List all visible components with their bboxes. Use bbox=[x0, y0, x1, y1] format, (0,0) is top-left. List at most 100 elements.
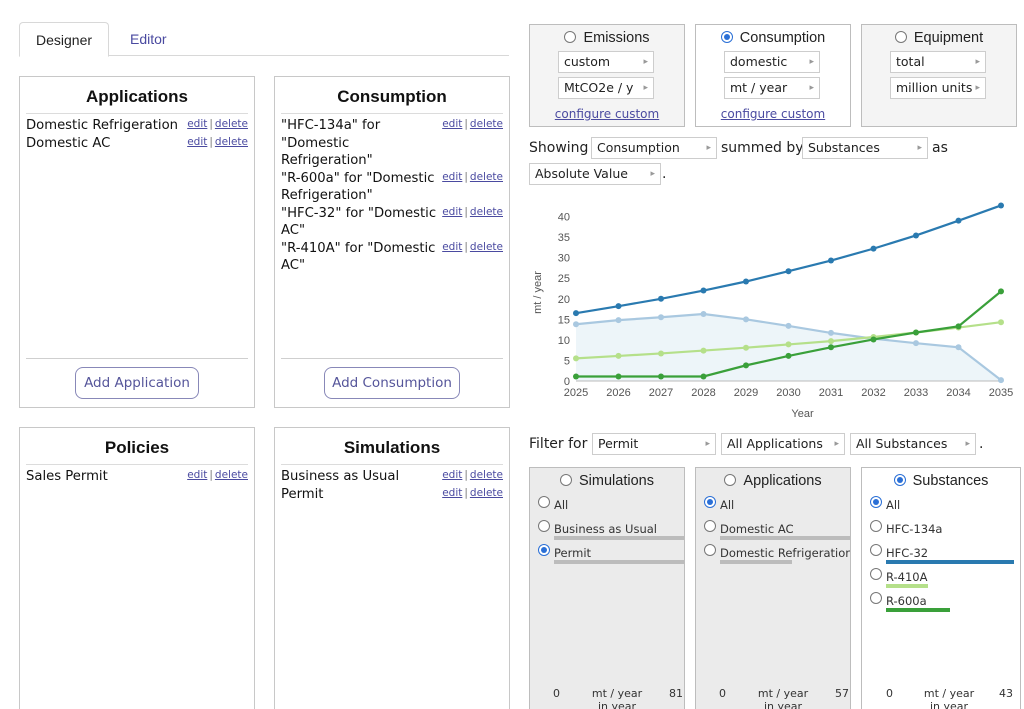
edit-link[interactable]: edit bbox=[442, 469, 462, 481]
equipment-units-select[interactable]: million units ▸ bbox=[890, 77, 986, 99]
edit-link[interactable]: edit bbox=[187, 136, 207, 148]
delete-link[interactable]: delete bbox=[470, 118, 503, 130]
edit-link[interactable]: edit bbox=[187, 118, 207, 130]
substances-card-radio[interactable] bbox=[893, 474, 906, 486]
filter-application-value: All Applications bbox=[727, 436, 823, 451]
edit-link[interactable]: edit bbox=[442, 171, 462, 183]
edit-link[interactable]: edit bbox=[442, 487, 462, 499]
simulations-card-radio[interactable] bbox=[560, 474, 573, 486]
filter-option-business-as-usual[interactable]: Business as Usual bbox=[538, 518, 684, 542]
add-application-button[interactable]: Add Application bbox=[75, 367, 199, 399]
data-point-r-410a bbox=[998, 319, 1004, 326]
emissions-radio[interactable] bbox=[564, 31, 577, 43]
equipment-units-value: million units bbox=[896, 80, 973, 95]
delete-link[interactable]: delete bbox=[470, 171, 503, 183]
delete-link[interactable]: delete bbox=[215, 136, 248, 148]
list-item: Domestic AC edit | delete bbox=[26, 135, 248, 153]
filter-option-r-410a[interactable]: R-410A bbox=[870, 566, 1012, 590]
delete-link[interactable]: delete bbox=[215, 469, 248, 481]
emissions-scope-select[interactable]: custom ▸ bbox=[558, 51, 654, 73]
consumption-units-select[interactable]: mt / year ▸ bbox=[724, 77, 820, 99]
option-radio[interactable] bbox=[538, 496, 550, 508]
tab-designer[interactable]: Designer bbox=[19, 22, 109, 57]
y-tick-label: 25 bbox=[558, 273, 570, 285]
option-radio[interactable] bbox=[870, 520, 882, 532]
data-point-r-600a bbox=[913, 329, 919, 336]
substances-card-header[interactable]: Substances bbox=[862, 473, 1020, 489]
filter-option-domestic-ac[interactable]: Domestic AC bbox=[704, 518, 850, 542]
option-radio[interactable] bbox=[870, 568, 882, 580]
value-mode-select[interactable]: Absolute Value ▸ bbox=[529, 163, 661, 185]
filter-period: . bbox=[979, 436, 984, 452]
x-tick-label: 2029 bbox=[734, 387, 758, 399]
edit-link[interactable]: edit bbox=[442, 241, 462, 253]
option-radio[interactable] bbox=[870, 592, 882, 604]
emissions-units-select[interactable]: MtCO2e / y ▸ bbox=[558, 77, 654, 99]
filter-option-all[interactable]: All bbox=[870, 494, 1012, 518]
option-radio[interactable] bbox=[704, 544, 716, 556]
option-radio[interactable] bbox=[704, 496, 716, 508]
y-tick-label: 40 bbox=[558, 212, 570, 224]
emissions-radio-label[interactable]: Emissions bbox=[530, 30, 684, 48]
option-radio[interactable] bbox=[870, 496, 882, 508]
option-radio[interactable] bbox=[538, 520, 550, 532]
consumption-configure-custom-link[interactable]: configure custom bbox=[696, 107, 850, 121]
item-actions: edit | delete bbox=[187, 468, 248, 482]
emissions-scope-value: custom bbox=[564, 54, 611, 69]
y-tick-label: 20 bbox=[558, 294, 570, 306]
data-point-hfc-134a bbox=[573, 321, 579, 328]
emissions-configure-custom-link[interactable]: configure custom bbox=[530, 107, 684, 121]
option-radio[interactable] bbox=[870, 544, 882, 556]
y-axis-title: mt / year bbox=[532, 271, 544, 314]
filter-option-all[interactable]: All bbox=[538, 494, 676, 518]
tab-editor[interactable]: Editor bbox=[130, 22, 167, 56]
list-item: Permit edit | delete bbox=[281, 486, 503, 504]
filter-application-select[interactable]: All Applications ▸ bbox=[721, 433, 845, 455]
filter-option-hfc-134a[interactable]: HFC-134a bbox=[870, 518, 1012, 542]
filter-option-permit[interactable]: Permit bbox=[538, 542, 684, 566]
simulations-card-header[interactable]: Simulations bbox=[530, 473, 684, 489]
list-item-label: Domestic AC bbox=[26, 135, 111, 151]
equipment-radio[interactable] bbox=[894, 31, 907, 43]
filter-substance-select[interactable]: All Substances ▸ bbox=[850, 433, 976, 455]
filter-option-domestic-refrigeration[interactable]: Domestic Refrigeration bbox=[704, 542, 850, 566]
summed-by-select[interactable]: Substances ▸ bbox=[802, 137, 928, 159]
list-item-label: Business as Usual bbox=[281, 469, 400, 484]
delete-link[interactable]: delete bbox=[215, 118, 248, 130]
delete-link[interactable]: delete bbox=[470, 487, 503, 499]
edit-link[interactable]: edit bbox=[442, 118, 462, 130]
list-item-label: "R-600a" for "Domestic Refrigeration" bbox=[281, 170, 435, 204]
edit-link[interactable]: edit bbox=[442, 206, 462, 218]
delete-link[interactable]: delete bbox=[470, 206, 503, 218]
data-point-r-410a bbox=[615, 352, 622, 359]
option-radio[interactable] bbox=[538, 544, 550, 556]
consumption-scope-select[interactable]: domestic ▸ bbox=[724, 51, 820, 73]
data-point-r-600a bbox=[743, 362, 749, 369]
chevron-down-icon: ▸ bbox=[975, 57, 980, 67]
delete-link[interactable]: delete bbox=[470, 469, 503, 481]
consumption-radio[interactable] bbox=[720, 31, 733, 43]
list-item: "HFC-32" for "Domestic AC" edit | delete bbox=[281, 205, 503, 240]
application-list: Domestic Refrigeration edit | delete Domesti… bbox=[26, 117, 248, 152]
add-consumption-button[interactable]: Add Consumption bbox=[324, 367, 460, 399]
option-radio[interactable] bbox=[704, 520, 716, 532]
filter-option-all[interactable]: All bbox=[704, 494, 842, 518]
x-tick-label: 2033 bbox=[904, 387, 928, 399]
filter-option-hfc-32[interactable]: HFC-32 bbox=[870, 542, 1014, 566]
option-label: Business as Usual bbox=[554, 522, 658, 536]
applications-card-header[interactable]: Applications bbox=[696, 473, 850, 489]
option-label: All bbox=[554, 498, 569, 512]
filter-simulation-select[interactable]: Permit ▸ bbox=[592, 433, 716, 455]
delete-link[interactable]: delete bbox=[470, 241, 503, 253]
applications-card-radio[interactable] bbox=[724, 474, 737, 486]
showing-metric-select[interactable]: Consumption ▸ bbox=[591, 137, 717, 159]
equipment-scope-select[interactable]: total ▸ bbox=[890, 51, 986, 73]
filter-option-r-600a[interactable]: R-600a bbox=[870, 590, 1012, 614]
equipment-radio-label[interactable]: Equipment bbox=[862, 30, 1016, 48]
chevron-down-icon: ▸ bbox=[917, 143, 922, 153]
data-point-hfc-32 bbox=[785, 268, 792, 275]
consumption-radio-label[interactable]: Consumption bbox=[696, 30, 850, 48]
edit-link[interactable]: edit bbox=[187, 469, 207, 481]
tab-bar: Designer Editor bbox=[19, 22, 509, 57]
chevron-down-icon: ▸ bbox=[965, 439, 970, 449]
